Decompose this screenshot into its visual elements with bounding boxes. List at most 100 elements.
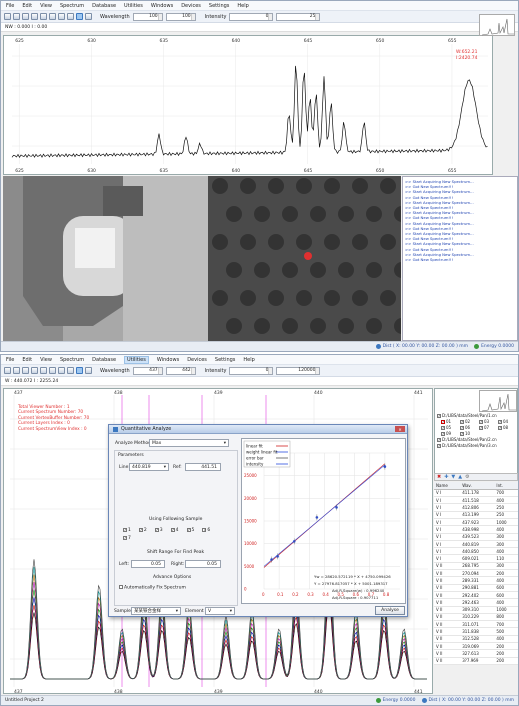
intensity-from-input[interactable]: 0 [229, 366, 274, 375]
zoom-icon[interactable] [67, 13, 74, 20]
column-header[interactable]: Name [434, 482, 461, 490]
menu-help[interactable]: Help [243, 357, 254, 363]
table-row[interactable]: V I 411.178 700 [434, 489, 518, 498]
table-row[interactable]: V I 438.998 400 [434, 525, 518, 534]
close-icon[interactable]: ✕ [395, 426, 405, 432]
menu-windows[interactable]: Windows [151, 3, 173, 9]
menu-settings[interactable]: Settings [215, 357, 236, 363]
table-row[interactable]: V II 310.229 800 [434, 613, 518, 622]
table-row[interactable]: V II 268.795 300 [434, 562, 518, 571]
sample-checkbox[interactable]: ✓4 [170, 527, 179, 533]
sample-checkbox[interactable]: ✓3 [154, 527, 163, 533]
auto-fix-checkbox[interactable]: Automatically Fix Spectrum [119, 585, 186, 591]
wavelength-from-input[interactable]: 437 [132, 366, 163, 375]
table-row[interactable]: V I 411.518 400 [434, 496, 518, 505]
menu-utilities[interactable]: Utilities [124, 3, 143, 9]
save-icon[interactable] [22, 367, 29, 374]
arrow-down-icon[interactable]: ▼ [451, 474, 455, 480]
line-select[interactable]: 440.819 ▾ [129, 463, 169, 471]
zoom-icon[interactable] [67, 367, 74, 374]
menu-devices[interactable]: Devices [187, 357, 207, 363]
arrow-up-icon[interactable]: ▲ [458, 474, 462, 480]
table-row[interactable]: V II 270.094 200 [434, 569, 518, 578]
stop-icon[interactable] [58, 13, 65, 20]
table-row[interactable]: V II 292.402 600 [434, 591, 518, 600]
menu-utilities[interactable]: Utilities [124, 355, 149, 364]
sample-checkbox[interactable]: ✓6 [202, 527, 210, 533]
analyse-button[interactable]: Analyse [375, 606, 405, 615]
menu-spectrum[interactable]: Spectrum [60, 357, 84, 363]
fit-icon[interactable] [76, 13, 83, 20]
menu-windows[interactable]: Windows [157, 357, 179, 363]
intensity-to-input[interactable]: 25 [276, 12, 321, 21]
element-select[interactable]: V ▾ [205, 607, 235, 615]
sample-checkbox[interactable]: ✓2 [138, 527, 147, 533]
stop-icon[interactable] [58, 367, 65, 374]
menu-help[interactable]: Help [237, 3, 248, 9]
menu-view[interactable]: View [40, 3, 52, 9]
table-row[interactable]: V I 440.850 400 [434, 547, 518, 556]
delete-icon[interactable]: ✖ [437, 474, 441, 480]
table-row[interactable]: V II 292.463 400 [434, 598, 518, 607]
acquire-icon[interactable] [49, 13, 56, 20]
sample-select[interactable]: 某某铁合金样 ▾ [131, 607, 181, 615]
print-icon[interactable] [31, 367, 38, 374]
table-row[interactable]: V II 311.071 700 [434, 620, 518, 629]
element-lines-table[interactable]: Name Wav. Int. V I 411.178 700 V I 411.518 400 V … [434, 482, 518, 665]
export-icon[interactable] [40, 367, 47, 374]
menu-database[interactable]: Database [92, 357, 116, 363]
left-shift-input[interactable]: 0.05 [131, 560, 165, 568]
table-row[interactable]: V I 413.199 250 [434, 511, 518, 520]
table-row[interactable]: V II 312.528 400 [434, 635, 518, 644]
overview-thumbnail[interactable] [479, 390, 517, 412]
wavelength-from-input[interactable]: 100 [132, 12, 163, 21]
range-icon[interactable] [85, 367, 92, 374]
spectrum-check[interactable]: ✓07 [479, 425, 498, 431]
camera-view-left[interactable] [3, 176, 208, 341]
table-row[interactable]: V II 311.838 500 [434, 627, 518, 636]
new-icon[interactable] [4, 367, 11, 374]
column-header[interactable]: Int. [494, 482, 518, 490]
sample-checkbox[interactable]: ✓5 [186, 527, 194, 533]
menu-edit[interactable]: Edit [22, 3, 32, 9]
acquire-icon[interactable] [49, 367, 56, 374]
print-icon[interactable] [31, 13, 38, 20]
intensity-to-input[interactable]: 120000 [276, 366, 321, 375]
table-row[interactable]: V I 440.819 300 [434, 540, 518, 549]
right-shift-input[interactable]: 0.05 [185, 560, 221, 568]
table-row[interactable]: V I 439.523 300 [434, 533, 518, 541]
checkbox-icon[interactable]: ✓ [437, 414, 441, 418]
menu-settings[interactable]: Settings [209, 3, 230, 9]
file-item[interactable]: ✓D:/LIBS/data/Steel/Pan/3.cn [437, 443, 517, 449]
table-row[interactable]: V I 412.806 250 [434, 503, 518, 512]
menu-edit[interactable]: Edit [22, 357, 32, 363]
method-select[interactable]: Max ▾ [149, 439, 229, 447]
table-row[interactable]: V II 289.331 400 [434, 576, 518, 585]
new-icon[interactable] [4, 13, 11, 20]
export-icon[interactable] [40, 13, 47, 20]
fit-icon[interactable] [76, 367, 83, 374]
camera-view-right[interactable] [208, 176, 401, 341]
table-row[interactable]: V I 609.021 110 [434, 554, 518, 563]
menu-devices[interactable]: Devices [181, 3, 201, 9]
add-icon[interactable]: ✚ [444, 474, 448, 480]
menu-view[interactable]: View [40, 357, 52, 363]
table-row[interactable]: V II 319.069 200 [434, 642, 518, 651]
table-row[interactable]: V I 437.923 1000 [434, 518, 518, 527]
table-row[interactable]: V II 309.310 1000 [434, 606, 518, 614]
wavelength-to-input[interactable]: 100 [165, 12, 196, 21]
sample-checkbox[interactable]: ✓1 [123, 527, 131, 533]
checkbox-icon[interactable]: ✓ [437, 438, 441, 442]
wavelength-to-input[interactable]: 442 [165, 366, 196, 375]
range-icon[interactable] [85, 13, 92, 20]
open-folder-icon[interactable] [13, 367, 20, 374]
spectrum-chart-top[interactable]: 625 625 630 630 635 635 640 640 645 645 650 650 655 6… [3, 35, 493, 175]
menu-file[interactable]: File [6, 3, 14, 9]
menu-database[interactable]: Database [92, 3, 116, 9]
table-row[interactable]: V II 290.881 600 [434, 584, 518, 592]
save-icon[interactable] [22, 13, 29, 20]
spectrum-check[interactable]: ✓08 [498, 425, 517, 431]
ref-input[interactable]: 441.51 [185, 463, 221, 471]
open-folder-icon[interactable] [13, 13, 20, 20]
overview-thumbnail[interactable] [479, 14, 515, 36]
